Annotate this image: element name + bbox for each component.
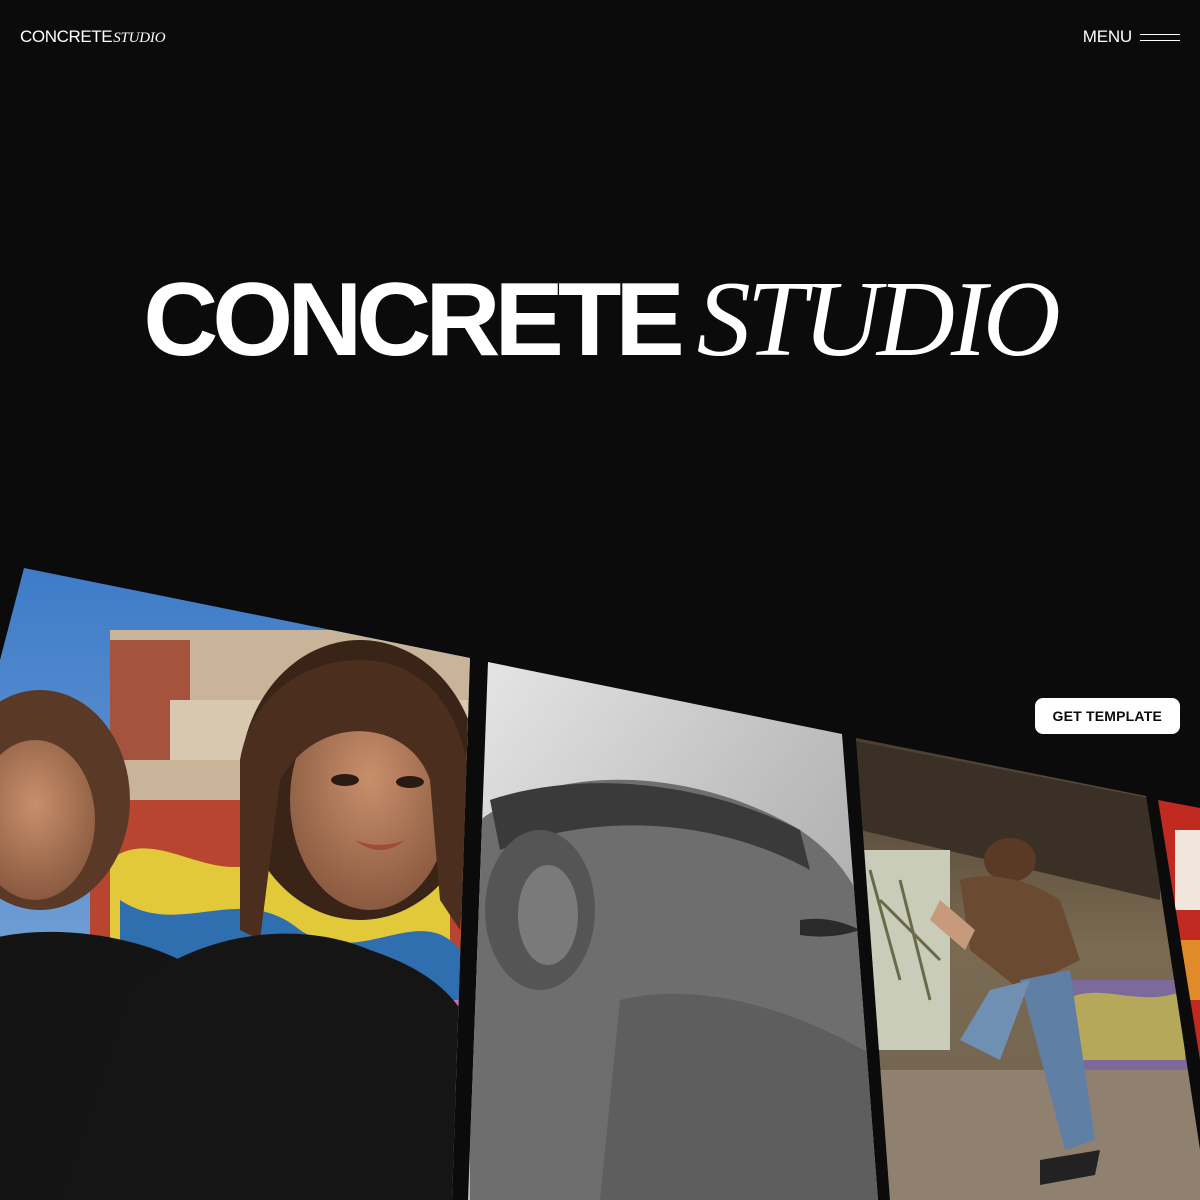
gallery-image-models[interactable] <box>0 560 480 1200</box>
get-template-button[interactable]: GET TEMPLATE <box>1034 698 1180 734</box>
image-gallery <box>0 0 1200 1200</box>
gallery-image-profile[interactable] <box>460 650 890 1200</box>
gallery-image-skateboarder[interactable] <box>850 730 1200 1200</box>
page: CONCRETE STUDIO MENU CONCRETE STUDIO GET… <box>0 0 1200 1200</box>
